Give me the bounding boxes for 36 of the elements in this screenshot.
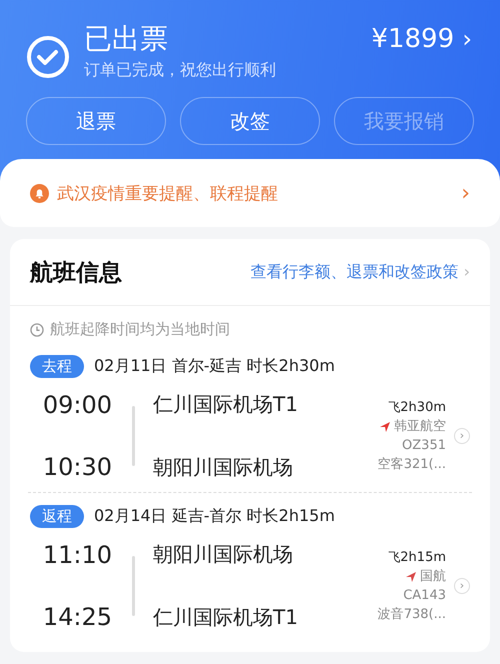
- departure-time: 09:00: [42, 391, 112, 419]
- action-button[interactable]: 改签: [180, 97, 320, 145]
- departure-airport: 仁川国际机场T1: [153, 391, 299, 418]
- departure-time: 11:10: [42, 541, 112, 569]
- trip-tag: 去程: [30, 355, 84, 378]
- arrival-airport: 朝阳川国际机场: [153, 454, 294, 481]
- check-circle-icon: [26, 35, 70, 79]
- aircraft-type: 空客321(...: [378, 456, 446, 474]
- arrival-time: 10:30: [42, 453, 112, 481]
- departure-airport: 朝阳川国际机场: [153, 541, 294, 568]
- chevron-button[interactable]: ›: [454, 578, 470, 594]
- arrival-airport: 仁川国际机场T1: [153, 604, 299, 631]
- flight-number: OZ351: [402, 437, 446, 455]
- arrival-time: 14:25: [42, 603, 112, 631]
- policy-link[interactable]: 查看行李额、退票和改签政策 ›: [250, 262, 470, 282]
- trip-summary: 02月14日 延吉-首尔 时长2h15m: [94, 506, 335, 527]
- section-title: 航班信息: [30, 258, 122, 288]
- time-note: 航班起降时间均为当地时间: [50, 320, 230, 339]
- status-subtitle: 订单已完成，祝您出行顺利: [84, 60, 277, 81]
- flight-number: CA143: [403, 587, 446, 605]
- notice-text: 武汉疫情重要提醒、联程提醒: [57, 182, 279, 204]
- trip-summary: 02月11日 首尔-延吉 时长2h30m: [94, 356, 335, 377]
- chevron-button[interactable]: ›: [454, 428, 470, 444]
- clock-icon: [30, 322, 44, 336]
- trip-tag: 返程: [30, 505, 84, 528]
- action-button[interactable]: 退票: [26, 97, 166, 145]
- notice-card[interactable]: 武汉疫情重要提醒、联程提醒 ›: [0, 159, 500, 227]
- flight-duration: 飞2h15m: [388, 549, 446, 567]
- flight-duration: 飞2h30m: [388, 399, 446, 417]
- airline-name: 国航: [420, 568, 446, 586]
- airline-name: 韩亚航空: [394, 418, 446, 436]
- status-title: 已出票: [84, 21, 169, 57]
- aircraft-type: 波音738(...: [378, 606, 446, 624]
- price-link[interactable]: ¥1899 ›: [371, 20, 472, 58]
- bell-icon: [30, 184, 49, 202]
- chevron-icon: ›: [461, 180, 470, 206]
